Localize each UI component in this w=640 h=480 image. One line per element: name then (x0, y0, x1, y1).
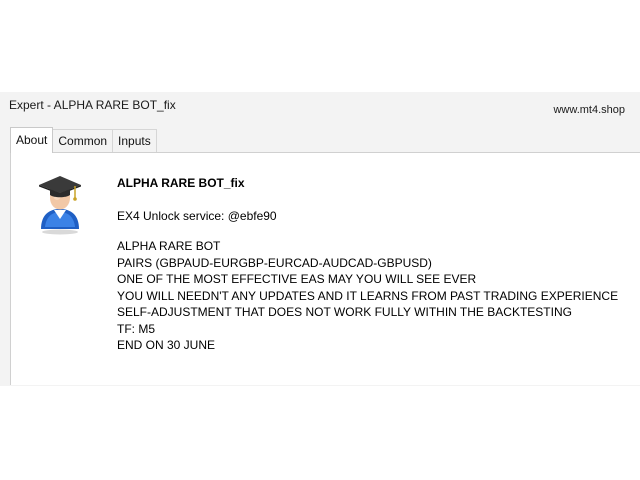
about-content: ALPHA RARE BOT_fix EX4 Unlock service: @… (117, 175, 637, 354)
screen-background-top (0, 0, 640, 92)
window-title: Expert - ALPHA RARE BOT_fix (9, 98, 176, 112)
description-line: TF: M5 (117, 321, 155, 336)
description-line: ALPHA RARE BOT (117, 239, 221, 253)
tab-inputs[interactable]: Inputs (112, 129, 157, 152)
tab-bar: About Common Inputs (10, 127, 157, 153)
screen-background-bottom (0, 386, 640, 480)
unlock-service-text: EX4 Unlock service: @ebfe90 (117, 208, 277, 223)
about-panel: ALPHA RARE BOT_fix EX4 Unlock service: @… (10, 152, 640, 385)
graduate-user-icon (39, 176, 81, 235)
description-line: END ON 30 JUNE (117, 338, 216, 352)
title-bar[interactable]: Expert - ALPHA RARE BOT_fix www.mt4.shop (0, 92, 640, 122)
description-line: PAIRS (GBPAUD-EURGBP-EURCAD-AUDCAD-GBPUS… (117, 255, 432, 270)
tab-about[interactable]: About (10, 127, 54, 153)
tab-common[interactable]: Common (52, 129, 114, 152)
description-line: ONE OF THE MOST EFFECTIVE EAS MAY YOU WI… (117, 272, 477, 286)
ea-name: ALPHA RARE BOT_fix (117, 176, 245, 190)
watermark-text: www.mt4.shop (553, 104, 625, 116)
description-line: SELF-ADJUSTMENT THAT DOES NOT WORK FULLY… (117, 305, 572, 319)
ea-description: ALPHA RARE BOT PAIRS (GBPAUD-EURGBP-EURC… (117, 238, 637, 354)
description-line: YOU WILL NEEDN'T ANY UPDATES AND IT LEAR… (117, 288, 619, 303)
